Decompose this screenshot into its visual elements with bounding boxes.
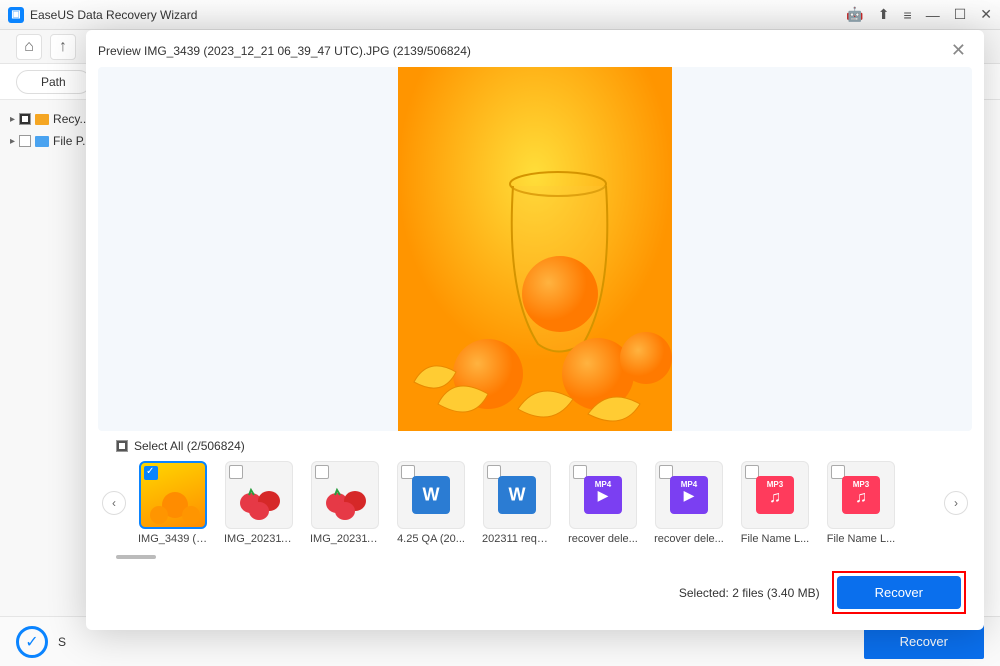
thumbnail[interactable]: 202311 requi... xyxy=(482,461,552,545)
thumbnail[interactable]: File Name L... xyxy=(740,461,810,545)
thumbnail-box[interactable] xyxy=(311,461,379,529)
thumbnail-label: File Name L... xyxy=(826,533,896,545)
select-all-label: Select All (2/506824) xyxy=(134,439,245,453)
recover-highlight: Recover xyxy=(832,571,966,614)
checkbox-partial[interactable] xyxy=(116,440,128,452)
caret-icon[interactable]: ▸ xyxy=(10,114,15,125)
thumbnail-label: IMG_3439 (2... xyxy=(138,533,208,545)
minimize-icon[interactable]: — xyxy=(926,7,940,23)
path-chip[interactable]: Path xyxy=(16,70,91,94)
up-button[interactable]: ↑ xyxy=(50,34,76,60)
close-icon[interactable]: ✕ xyxy=(945,40,972,61)
thumbnails-row: ‹ IMG_3439 (2... IMG_202311... IMG_202311.… xyxy=(98,457,972,549)
next-button[interactable]: › xyxy=(944,491,968,515)
thumbnail-box[interactable] xyxy=(397,461,465,529)
select-all-row[interactable]: Select All (2/506824) xyxy=(98,431,972,457)
thumbnail-label: recover dele... xyxy=(654,533,724,545)
thumbnail-label: File Name L... xyxy=(740,533,810,545)
thumbnail[interactable]: IMG_3439 (2... xyxy=(138,461,208,545)
thumbnail-box[interactable] xyxy=(827,461,895,529)
checkbox[interactable] xyxy=(315,465,329,479)
close-icon[interactable]: ✕ xyxy=(980,6,992,23)
modal-title: Preview IMG_3439 (2023_12_21 06_39_47 UT… xyxy=(98,44,471,58)
preview-area xyxy=(98,67,972,431)
thumbnail[interactable]: recover dele... xyxy=(654,461,724,545)
caret-icon[interactable]: ▸ xyxy=(10,136,15,147)
premium-icon[interactable]: 🤖 xyxy=(846,6,863,23)
progress-icon: ✓ xyxy=(16,626,48,658)
thumbnail[interactable]: IMG_202311... xyxy=(224,461,294,545)
thumbnail-label: 4.25 QA (20... xyxy=(396,533,466,545)
thumbnail-box[interactable] xyxy=(741,461,809,529)
status-text: S xyxy=(58,635,66,649)
mp4-icon xyxy=(584,476,622,514)
thumbnail-box[interactable] xyxy=(655,461,723,529)
menu-icon[interactable]: ≡ xyxy=(904,7,912,23)
app-title: EaseUS Data Recovery Wizard xyxy=(30,8,197,22)
thumbnail-label: 202311 requi... xyxy=(482,533,552,545)
upload-icon[interactable]: ⬆ xyxy=(878,6,890,23)
thumbnail-label: recover dele... xyxy=(568,533,638,545)
word-icon xyxy=(412,476,450,514)
preview-image xyxy=(398,67,672,431)
thumbnail-box[interactable] xyxy=(139,461,207,529)
thumbnail-label: IMG_202311... xyxy=(310,533,380,545)
mp4-icon xyxy=(670,476,708,514)
modal-footer: Selected: 2 files (3.40 MB) Recover xyxy=(98,559,972,620)
thumbnail-box[interactable] xyxy=(483,461,551,529)
tree-label: Recy... xyxy=(53,112,89,126)
thumbnail-box[interactable] xyxy=(569,461,637,529)
selected-count: Selected: 2 files (3.40 MB) xyxy=(679,586,820,600)
prev-button[interactable]: ‹ xyxy=(102,491,126,515)
modal-header: Preview IMG_3439 (2023_12_21 06_39_47 UT… xyxy=(98,40,972,61)
word-icon xyxy=(498,476,536,514)
titlebar: ▣ EaseUS Data Recovery Wizard 🤖 ⬆ ≡ — ☐ … xyxy=(0,0,1000,30)
thumbnail-box[interactable] xyxy=(225,461,293,529)
home-button[interactable]: ⌂ xyxy=(16,34,42,60)
thumbnail[interactable]: IMG_202311... xyxy=(310,461,380,545)
folder-icon xyxy=(35,114,49,125)
mp3-icon xyxy=(756,476,794,514)
recover-button[interactable]: Recover xyxy=(837,576,961,609)
checkbox[interactable] xyxy=(19,135,31,147)
titlebar-controls: 🤖 ⬆ ≡ — ☐ ✕ xyxy=(846,6,992,23)
thumbnail[interactable]: 4.25 QA (20... xyxy=(396,461,466,545)
mp3-icon xyxy=(842,476,880,514)
thumbnail[interactable]: File Name L... xyxy=(826,461,896,545)
checkbox[interactable] xyxy=(19,113,31,125)
folder-icon xyxy=(35,136,49,147)
maximize-icon[interactable]: ☐ xyxy=(954,6,967,23)
app-icon: ▣ xyxy=(8,7,24,23)
preview-modal: Preview IMG_3439 (2023_12_21 06_39_47 UT… xyxy=(86,30,984,630)
orange-photo xyxy=(398,67,672,431)
thumbnail[interactable]: recover dele... xyxy=(568,461,638,545)
thumbnail-label: IMG_202311... xyxy=(224,533,294,545)
checkbox[interactable] xyxy=(229,465,243,479)
